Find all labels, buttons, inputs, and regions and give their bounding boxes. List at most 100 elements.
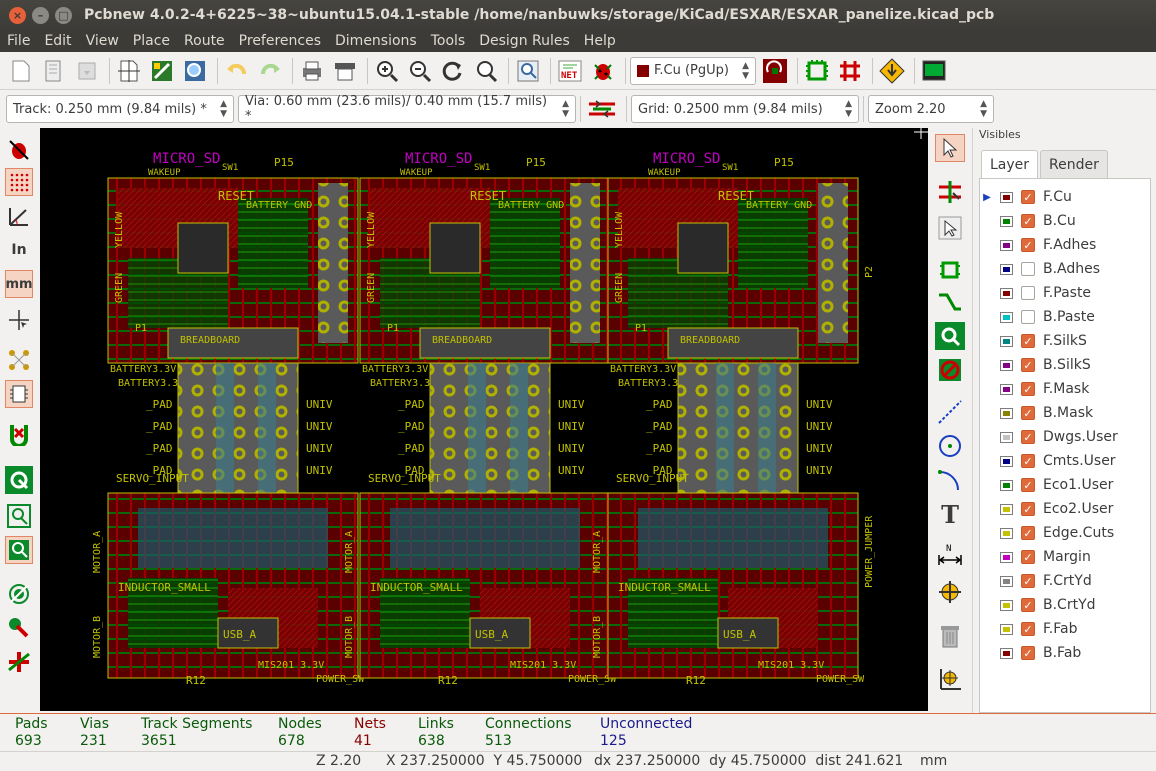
layer-row[interactable]: ✓ B.Mask	[980, 401, 1150, 425]
track-width-select[interactable]: Track: 0.250 mm (9.84 mils) * ▲ ▼	[6, 95, 234, 123]
layer-visibility-checkbox[interactable]: ✓	[1021, 334, 1035, 348]
layer-visibility-checkbox[interactable]	[1021, 310, 1035, 324]
layer-color-swatch[interactable]	[1000, 191, 1013, 203]
layer-row[interactable]: ✓ F.SilkS	[980, 329, 1150, 353]
layer-color-swatch[interactable]	[1000, 335, 1013, 347]
via-size-select[interactable]: Via: 0.60 mm (23.6 mils)/ 0.40 mm (15.7 …	[238, 94, 576, 124]
redo-icon[interactable]	[255, 56, 285, 86]
board-setup-icon[interactable]	[835, 56, 865, 86]
find-icon[interactable]	[513, 56, 543, 86]
layer-visibility-checkbox[interactable]: ✓	[1021, 622, 1035, 636]
add-dimension-icon[interactable]: N	[935, 540, 965, 568]
menu-route[interactable]: Route	[177, 33, 232, 49]
layer-visibility-checkbox[interactable]	[1021, 262, 1035, 276]
layer-visibility-checkbox[interactable]: ✓	[1021, 526, 1035, 540]
layer-row[interactable]: ✓ F.Fab	[980, 617, 1150, 641]
add-circle-icon[interactable]	[935, 432, 965, 460]
layer-row[interactable]: ✓ B.SilkS	[980, 353, 1150, 377]
layer-color-swatch[interactable]	[1000, 239, 1013, 251]
layer-row[interactable]: ✓ Cmts.User	[980, 449, 1150, 473]
layer-row[interactable]: ✓ B.CrtYd	[980, 593, 1150, 617]
close-window-button[interactable]: ×	[9, 6, 26, 24]
add-module-icon[interactable]	[935, 256, 965, 284]
layer-select[interactable]: F.Cu (PgUp) ▲ ▼	[630, 56, 756, 85]
layer-visibility-checkbox[interactable]: ✓	[1021, 574, 1035, 588]
add-graphic-line-icon[interactable]	[935, 398, 965, 426]
undo-icon[interactable]	[222, 56, 252, 86]
layer-visibility-checkbox[interactable]: ✓	[1021, 454, 1035, 468]
set-origin-icon[interactable]	[935, 664, 965, 692]
zone-outline-icon[interactable]	[5, 502, 33, 530]
netlist-icon[interactable]: NET	[555, 56, 585, 86]
layer-color-swatch[interactable]	[1000, 407, 1013, 419]
page-settings-icon[interactable]	[114, 56, 144, 86]
cursor-shape-icon[interactable]	[5, 306, 33, 334]
layer-color-swatch[interactable]	[1000, 383, 1013, 395]
layer-row[interactable]: B.Adhes	[980, 257, 1150, 281]
plot-icon[interactable]	[330, 56, 360, 86]
menu-tools[interactable]: Tools	[424, 33, 473, 49]
redraw-icon[interactable]	[438, 56, 468, 86]
layer-row[interactable]: ✓ F.CrtYd	[980, 569, 1150, 593]
layer-color-swatch[interactable]	[1000, 551, 1013, 563]
layer-row[interactable]: ✓ B.Cu	[980, 209, 1150, 233]
autoroute-icon[interactable]	[877, 56, 907, 86]
layer-visibility-checkbox[interactable]: ✓	[1021, 550, 1035, 564]
grid-select[interactable]: Grid: 0.2500 mm (9.84 mils) ▲ ▼	[631, 95, 859, 123]
layer-visibility-checkbox[interactable]: ✓	[1021, 406, 1035, 420]
layer-color-swatch[interactable]	[1000, 431, 1013, 443]
layer-visibility-checkbox[interactable]: ✓	[1021, 430, 1035, 444]
add-zone-icon[interactable]	[935, 322, 965, 350]
polar-coords-icon[interactable]	[5, 202, 33, 230]
layer-row[interactable]: ✓ B.Fab	[980, 641, 1150, 665]
layer-row[interactable]: B.Paste	[980, 305, 1150, 329]
highlight-net-icon[interactable]	[935, 178, 965, 206]
add-keepout-icon[interactable]	[935, 356, 965, 384]
layer-visibility-checkbox[interactable]: ✓	[1021, 214, 1035, 228]
add-tracks-icon[interactable]	[935, 288, 965, 316]
layer-color-swatch[interactable]	[1000, 575, 1013, 587]
drc-icon[interactable]	[588, 56, 618, 86]
layer-color-swatch[interactable]	[1000, 215, 1013, 227]
zone-sketch-icon[interactable]	[5, 536, 33, 564]
layer-visibility-checkbox[interactable]: ✓	[1021, 646, 1035, 660]
menu-dimensions[interactable]: Dimensions	[328, 33, 424, 49]
add-arc-icon[interactable]	[935, 466, 965, 494]
zone-fill-icon[interactable]	[5, 466, 33, 494]
add-text-icon[interactable]: T	[935, 500, 965, 529]
layer-color-swatch[interactable]	[1000, 527, 1013, 539]
auto-delete-track-icon[interactable]	[5, 420, 33, 448]
layer-color-swatch[interactable]	[1000, 311, 1013, 323]
open-board-icon[interactable]	[39, 56, 69, 86]
via-sketch-icon[interactable]	[5, 580, 33, 608]
menu-place[interactable]: Place	[126, 33, 177, 49]
open-module-editor-icon[interactable]	[147, 56, 177, 86]
open-module-viewer-icon[interactable]	[180, 56, 210, 86]
pcb-canvas[interactable]: MICRO_SD P15 WAKEUP SW1 RESET BATTERY GND YELL…	[40, 128, 928, 711]
drc-off-icon[interactable]	[5, 136, 33, 164]
menu-edit[interactable]: Edit	[37, 33, 78, 49]
layer-visibility-checkbox[interactable]	[1021, 286, 1035, 300]
save-board-icon[interactable]	[72, 56, 102, 86]
menu-file[interactable]: File	[0, 33, 37, 49]
layer-color-swatch[interactable]	[1000, 503, 1013, 515]
layer-color-swatch[interactable]	[1000, 599, 1013, 611]
layer-row[interactable]: ✓ Margin	[980, 545, 1150, 569]
new-board-icon[interactable]	[6, 56, 36, 86]
menu-view[interactable]: View	[79, 33, 126, 49]
auto-track-width-icon[interactable]	[585, 94, 619, 124]
menu-design-rules[interactable]: Design Rules	[472, 33, 577, 49]
local-ratsnest-icon[interactable]	[935, 214, 965, 242]
layer-color-swatch[interactable]	[1000, 479, 1013, 491]
zoom-select[interactable]: Zoom 2.20 ▲ ▼	[868, 95, 994, 123]
layer-color-swatch[interactable]	[1000, 359, 1013, 371]
maximize-window-button[interactable]: □	[55, 6, 72, 24]
minimize-window-button[interactable]: –	[32, 6, 49, 24]
track-sketch-icon[interactable]	[5, 614, 33, 642]
layer-row[interactable]: ✓ Eco1.User	[980, 473, 1150, 497]
layer-row[interactable]: ✓ F.Adhes	[980, 233, 1150, 257]
menu-help[interactable]: Help	[577, 33, 623, 49]
inch-units-button[interactable]: In	[5, 236, 33, 264]
zoom-out-icon[interactable]	[405, 56, 435, 86]
layer-color-swatch[interactable]	[1000, 455, 1013, 467]
